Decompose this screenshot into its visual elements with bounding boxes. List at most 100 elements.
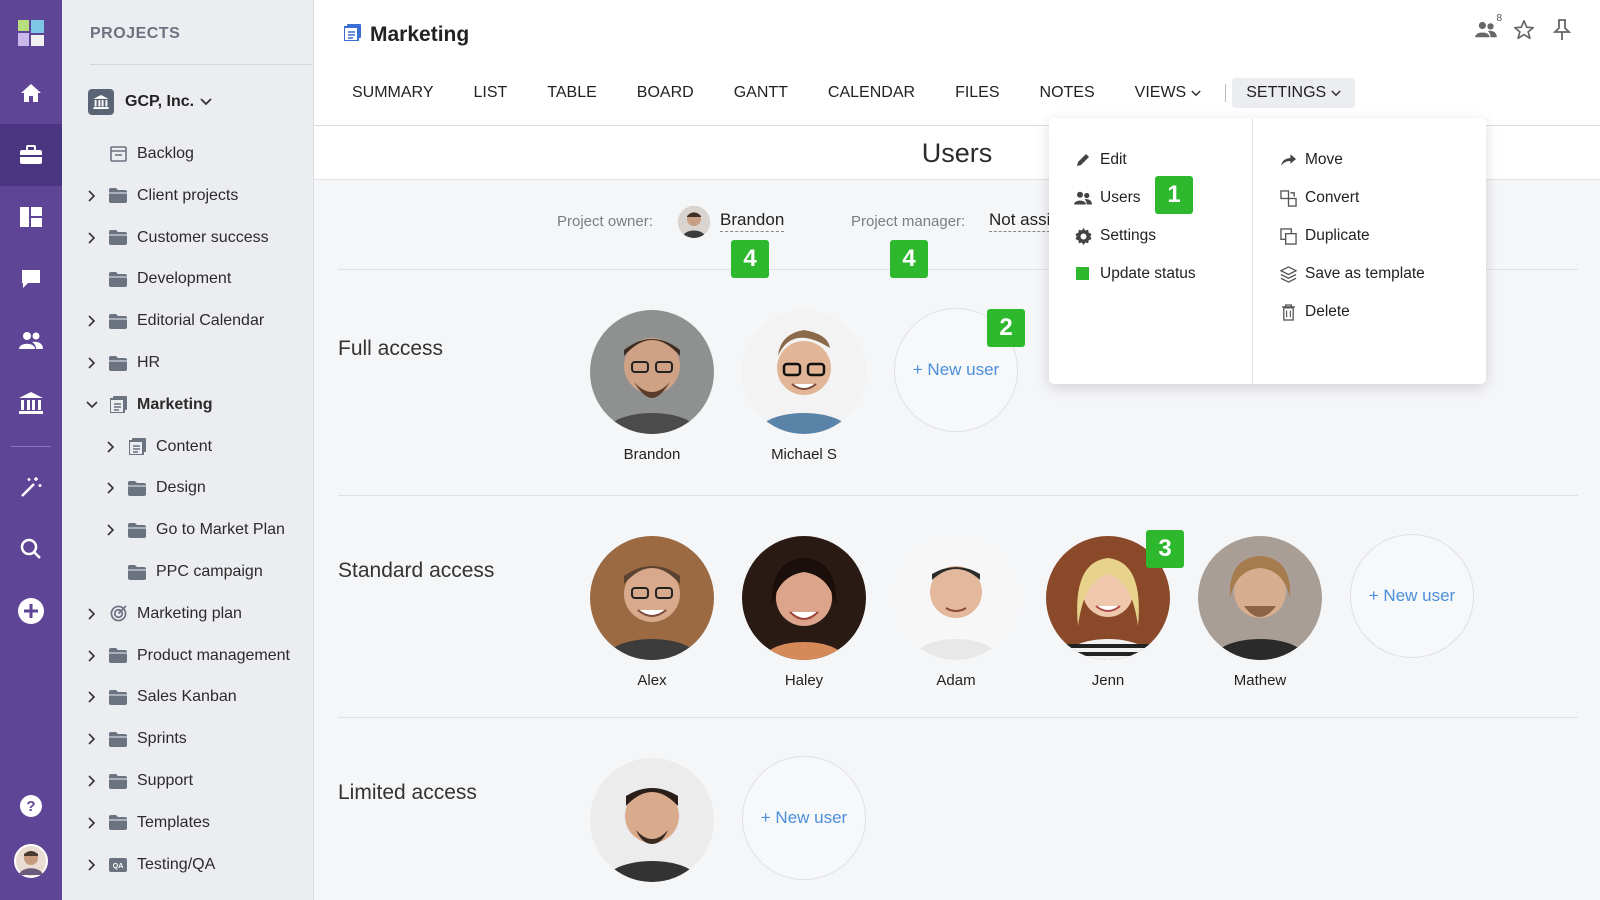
project-icon (128, 438, 146, 456)
user-card-mathew[interactable]: Mathew (1198, 536, 1322, 689)
user-card-haley[interactable]: Haley (742, 536, 866, 689)
menu-item-edit[interactable]: Edit (1073, 143, 1127, 177)
folder-icon (109, 187, 127, 205)
sidebar-item-templates[interactable]: Templates (62, 803, 314, 843)
tab-gantt[interactable]: GANTT (714, 78, 808, 108)
sidebar-item-marketing-plan[interactable]: Marketing plan (62, 594, 314, 634)
chevron-right-icon[interactable] (85, 356, 99, 370)
chevron-right-icon[interactable] (85, 649, 99, 663)
callout-badge-3: 3 (1146, 530, 1184, 568)
callout-badge-4b: 4 (890, 240, 928, 278)
chevron-right-icon[interactable] (85, 774, 99, 788)
sidebar-item-client-projects[interactable]: Client projects (62, 176, 314, 216)
menu-item-label: Duplicate (1305, 227, 1370, 244)
menu-item-users[interactable]: Users (1073, 181, 1140, 215)
sidebar-item-sales-kanban[interactable]: Sales Kanban (62, 677, 314, 717)
profile-avatar[interactable] (0, 830, 62, 892)
sidebar-item-customer-success[interactable]: Customer success (62, 218, 314, 258)
folder-icon (109, 270, 127, 288)
sidebar-item-marketing[interactable]: Marketing (62, 385, 314, 425)
sidebar-item-support[interactable]: Support (62, 761, 314, 801)
dashboard-icon[interactable] (0, 186, 62, 248)
chevron-right-icon[interactable] (85, 732, 99, 746)
svg-text:QA: QA (113, 863, 124, 870)
chevron-right-icon[interactable] (104, 440, 118, 454)
user-card-alex[interactable]: Alex (590, 536, 714, 689)
user-card-limited[interactable] (590, 758, 714, 894)
menu-item-update-status[interactable]: Update status (1073, 257, 1196, 291)
tab-list[interactable]: LIST (454, 78, 528, 108)
user-card-adam[interactable]: Adam (894, 536, 1018, 689)
move-arrow-icon (1278, 150, 1298, 170)
new-user-button[interactable]: + New user (1350, 534, 1474, 658)
tab-calendar[interactable]: CALENDAR (808, 78, 935, 108)
tab-views[interactable]: VIEWS (1115, 78, 1222, 108)
chevron-right-icon[interactable] (85, 858, 99, 872)
menu-item-label: Update status (1100, 265, 1196, 282)
sidebar-item-go-to-market-plan[interactable]: Go to Market Plan (62, 510, 314, 550)
user-name: Michael S (771, 446, 837, 463)
star-icon[interactable] (1512, 18, 1536, 42)
tab-summary[interactable]: SUMMARY (332, 78, 454, 108)
sidebar-item-testing-qa[interactable]: QA Testing/QA (62, 845, 314, 885)
project-list-icon (343, 24, 361, 46)
project-manager-value[interactable]: Not assi (989, 210, 1051, 232)
menu-item-convert[interactable]: Convert (1278, 181, 1359, 215)
chevron-right-icon[interactable] (85, 607, 99, 621)
tab-table[interactable]: TABLE (527, 78, 617, 108)
sidebar-item-sprints[interactable]: Sprints (62, 719, 314, 759)
folder-icon (109, 814, 127, 832)
tab-settings[interactable]: SETTINGS (1232, 78, 1356, 108)
sidebar-item-label: Backlog (137, 145, 194, 162)
sidebar-item-ppc-campaign[interactable]: PPC campaign (62, 552, 314, 592)
sidebar-item-product-management[interactable]: Product management (62, 636, 314, 676)
chevron-down-icon (1191, 78, 1201, 108)
workspace-selector[interactable]: GCP, Inc. (88, 89, 212, 115)
menu-item-move[interactable]: Move (1278, 143, 1343, 177)
sidebar-item-hr[interactable]: HR (62, 343, 314, 383)
sidebar-item-label: Marketing (137, 395, 213, 413)
section-divider (338, 495, 1578, 496)
settings-menu-left: Edit Users Settings Update status (1049, 118, 1253, 384)
tab-files[interactable]: FILES (935, 78, 1019, 108)
menu-item-save-as-template[interactable]: Save as template (1278, 257, 1425, 291)
add-icon[interactable] (0, 580, 62, 642)
chevron-right-icon[interactable] (85, 189, 99, 203)
chevron-down-icon[interactable] (85, 398, 99, 412)
menu-item-duplicate[interactable]: Duplicate (1278, 219, 1370, 253)
search-icon[interactable] (0, 518, 62, 580)
chevron-right-icon[interactable] (85, 231, 99, 245)
user-card-michael-s[interactable]: Michael S (742, 310, 866, 463)
projects-briefcase-icon[interactable] (0, 124, 62, 186)
magic-wand-icon[interactable] (0, 456, 62, 518)
header-actions: 8 (1474, 13, 1574, 42)
menu-item-settings[interactable]: Settings (1073, 219, 1156, 253)
chevron-right-icon[interactable] (85, 816, 99, 830)
chevron-right-icon[interactable] (104, 481, 118, 495)
team-icon[interactable] (0, 310, 62, 372)
avatar (742, 536, 866, 660)
home-icon[interactable] (0, 62, 62, 124)
help-icon[interactable]: ? (0, 775, 62, 837)
tab-notes[interactable]: NOTES (1020, 78, 1115, 108)
chat-icon[interactable] (0, 248, 62, 310)
sidebar-item-development[interactable]: Development (62, 259, 314, 299)
user-card-brandon[interactable]: Brandon (590, 310, 714, 463)
callout-badge-2: 2 (987, 309, 1025, 347)
logo-icon[interactable] (0, 2, 62, 64)
pin-icon[interactable] (1550, 18, 1574, 42)
sidebar-item-content[interactable]: Content (62, 427, 314, 467)
menu-item-delete[interactable]: Delete (1278, 295, 1350, 329)
sidebar-item-editorial-calendar[interactable]: Editorial Calendar (62, 301, 314, 341)
new-user-button[interactable]: + New user (742, 756, 866, 880)
bank-icon[interactable] (0, 372, 62, 434)
team-members-icon[interactable]: 8 (1474, 13, 1502, 42)
chevron-right-icon[interactable] (85, 314, 99, 328)
chevron-right-icon[interactable] (85, 690, 99, 704)
sidebar-item-design[interactable]: Design (62, 468, 314, 508)
chevron-right-icon[interactable] (104, 523, 118, 537)
sidebar-item-backlog[interactable]: Backlog (62, 134, 314, 174)
project-owner-value[interactable]: Brandon (720, 210, 785, 232)
tab-board[interactable]: BOARD (617, 78, 714, 108)
convert-icon (1278, 188, 1298, 208)
